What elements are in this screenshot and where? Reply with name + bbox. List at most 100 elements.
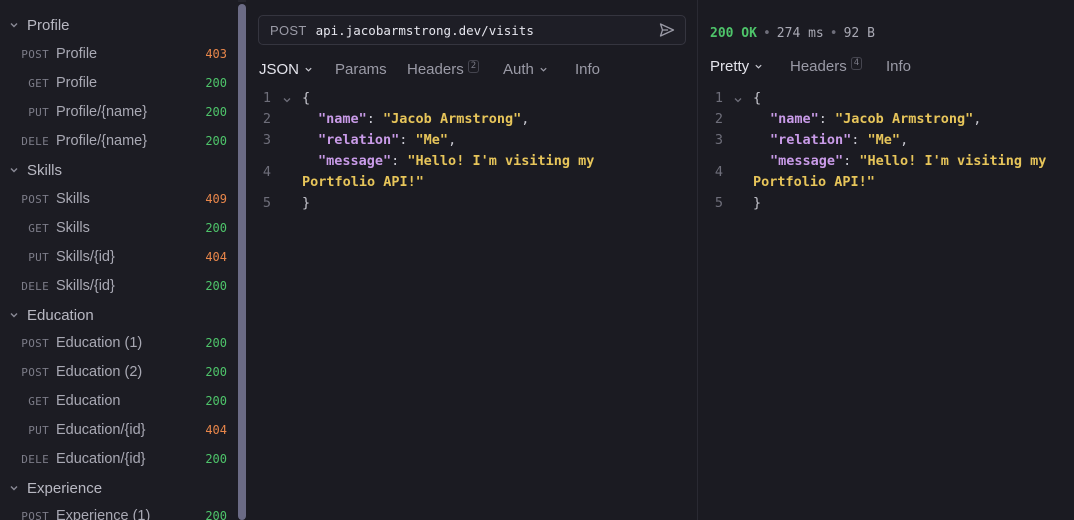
- line-number: 3: [714, 132, 723, 148]
- response-pane: 200 OK • 274 ms • 92 B Pretty Headers 4 …: [698, 0, 1074, 520]
- json-brace: {: [753, 90, 762, 106]
- request-item[interactable]: DELE Skills/{id} 200: [0, 273, 238, 299]
- json-string: "Jacob Armstrong": [383, 111, 522, 127]
- line-number: 2: [262, 111, 271, 127]
- json-key: "message": [770, 153, 844, 169]
- request-body-editor[interactable]: 1 { 2 "name": "Jacob Armstrong", 3 "rela…: [246, 0, 697, 520]
- json-line: "name": "Jacob Armstrong",: [318, 111, 530, 127]
- chevron-down-icon: [8, 482, 20, 494]
- response-body-viewer[interactable]: 1 { 2 "name": "Jacob Armstrong", 3 "rela…: [698, 0, 1074, 520]
- line-number: 4: [262, 164, 271, 180]
- json-key: "name": [318, 111, 367, 127]
- method-badge: DELE: [21, 279, 49, 293]
- json-key: "name": [770, 111, 819, 127]
- request-name: Profile/{name}: [56, 104, 148, 120]
- request-item[interactable]: POST Education (2) 200: [0, 359, 238, 385]
- json-line-wrap: Portfolio API!": [302, 174, 424, 190]
- request-name: Skills: [56, 191, 90, 207]
- method-badge: PUT: [28, 105, 49, 119]
- folder-profile[interactable]: Profile: [0, 12, 238, 38]
- request-item[interactable]: POST Skills 409: [0, 186, 238, 212]
- status-code: 200: [205, 452, 227, 466]
- request-item[interactable]: DELE Education/{id} 200: [0, 446, 238, 472]
- json-line: "relation": "Me",: [318, 132, 457, 148]
- chevron-down-icon[interactable]: [733, 95, 743, 105]
- request-name: Education/{id}: [56, 451, 146, 467]
- status-code: 200: [205, 76, 227, 90]
- json-string: "Jacob Armstrong": [835, 111, 974, 127]
- method-badge: GET: [28, 394, 49, 408]
- folder-name: Experience: [27, 479, 103, 497]
- request-item[interactable]: PUT Profile/{name} 200: [0, 99, 238, 125]
- sidebar: Profile POST Profile 403 GET Profile 200…: [0, 0, 238, 520]
- request-item[interactable]: GET Profile 200: [0, 70, 238, 96]
- status-code: 404: [205, 250, 227, 264]
- request-name: Education (2): [56, 364, 143, 380]
- method-badge: PUT: [28, 250, 49, 264]
- json-line-wrap: Portfolio API!": [753, 174, 875, 190]
- line-number: 3: [262, 132, 271, 148]
- folder-name: Skills: [27, 161, 63, 179]
- json-key: "message": [318, 153, 392, 169]
- json-line: "message": "Hello! I'm visiting my: [770, 153, 1047, 169]
- folder-name: Education: [27, 306, 94, 324]
- sidebar-scrollbar[interactable]: [238, 4, 246, 520]
- status-code: 200: [205, 336, 227, 350]
- json-string: "Hello! I'm visiting my: [407, 153, 595, 169]
- request-name: Education: [56, 393, 121, 409]
- request-name: Education/{id}: [56, 422, 146, 438]
- json-brace: }: [302, 195, 311, 211]
- status-code: 404: [205, 423, 227, 437]
- json-brace: }: [753, 195, 762, 211]
- status-code: 409: [205, 192, 227, 206]
- line-number: 5: [262, 195, 271, 211]
- method-badge: POST: [21, 365, 49, 379]
- request-item[interactable]: GET Skills 200: [0, 215, 238, 241]
- chevron-down-icon[interactable]: [282, 95, 292, 105]
- line-number: 1: [714, 90, 723, 106]
- folder-skills[interactable]: Skills: [0, 157, 238, 183]
- method-badge: GET: [28, 221, 49, 235]
- method-badge: GET: [28, 76, 49, 90]
- line-number: 5: [714, 195, 723, 211]
- method-badge: POST: [21, 336, 49, 350]
- json-string: Portfolio API!": [302, 174, 424, 190]
- request-name: Skills/{id}: [56, 249, 115, 265]
- json-key: "relation": [770, 132, 852, 148]
- json-brace: {: [302, 90, 311, 106]
- folder-education[interactable]: Education: [0, 302, 238, 328]
- request-item[interactable]: POST Education (1) 200: [0, 330, 238, 356]
- line-number: 4: [714, 164, 723, 180]
- request-item[interactable]: POST Profile 403: [0, 41, 238, 67]
- request-item[interactable]: PUT Education/{id} 404: [0, 417, 238, 443]
- request-item[interactable]: DELE Profile/{name} 200: [0, 128, 238, 154]
- status-code: 200: [205, 105, 227, 119]
- folder-name: Profile: [27, 16, 70, 34]
- status-code: 200: [205, 279, 227, 293]
- status-code: 200: [205, 509, 227, 520]
- chevron-down-icon: [8, 19, 20, 31]
- request-name: Education (1): [56, 335, 143, 351]
- request-pane: POST api.jacobarmstrong.dev/visits JSON …: [246, 0, 697, 520]
- json-line: "message": "Hello! I'm visiting my: [318, 153, 595, 169]
- json-string: "Me": [415, 132, 449, 148]
- chevron-down-icon: [8, 164, 20, 176]
- request-name: Skills: [56, 220, 90, 236]
- json-string: "Hello! I'm visiting my: [859, 153, 1047, 169]
- folder-experience[interactable]: Experience: [0, 475, 238, 501]
- line-number: 2: [714, 111, 723, 127]
- request-name: Profile/{name}: [56, 133, 148, 149]
- request-item[interactable]: GET Education 200: [0, 388, 238, 414]
- api-client-window: Profile POST Profile 403 GET Profile 200…: [0, 0, 1074, 520]
- request-name: Skills/{id}: [56, 278, 115, 294]
- status-code: 403: [205, 47, 227, 61]
- request-item[interactable]: POST Experience (1) 200: [0, 503, 238, 520]
- json-line: "name": "Jacob Armstrong",: [770, 111, 982, 127]
- json-key: "relation": [318, 132, 400, 148]
- method-badge: POST: [21, 47, 49, 61]
- request-item[interactable]: PUT Skills/{id} 404: [0, 244, 238, 270]
- json-string: "Me": [867, 132, 901, 148]
- chevron-down-icon: [8, 309, 20, 321]
- request-name: Experience (1): [56, 508, 151, 520]
- method-badge: PUT: [28, 423, 49, 437]
